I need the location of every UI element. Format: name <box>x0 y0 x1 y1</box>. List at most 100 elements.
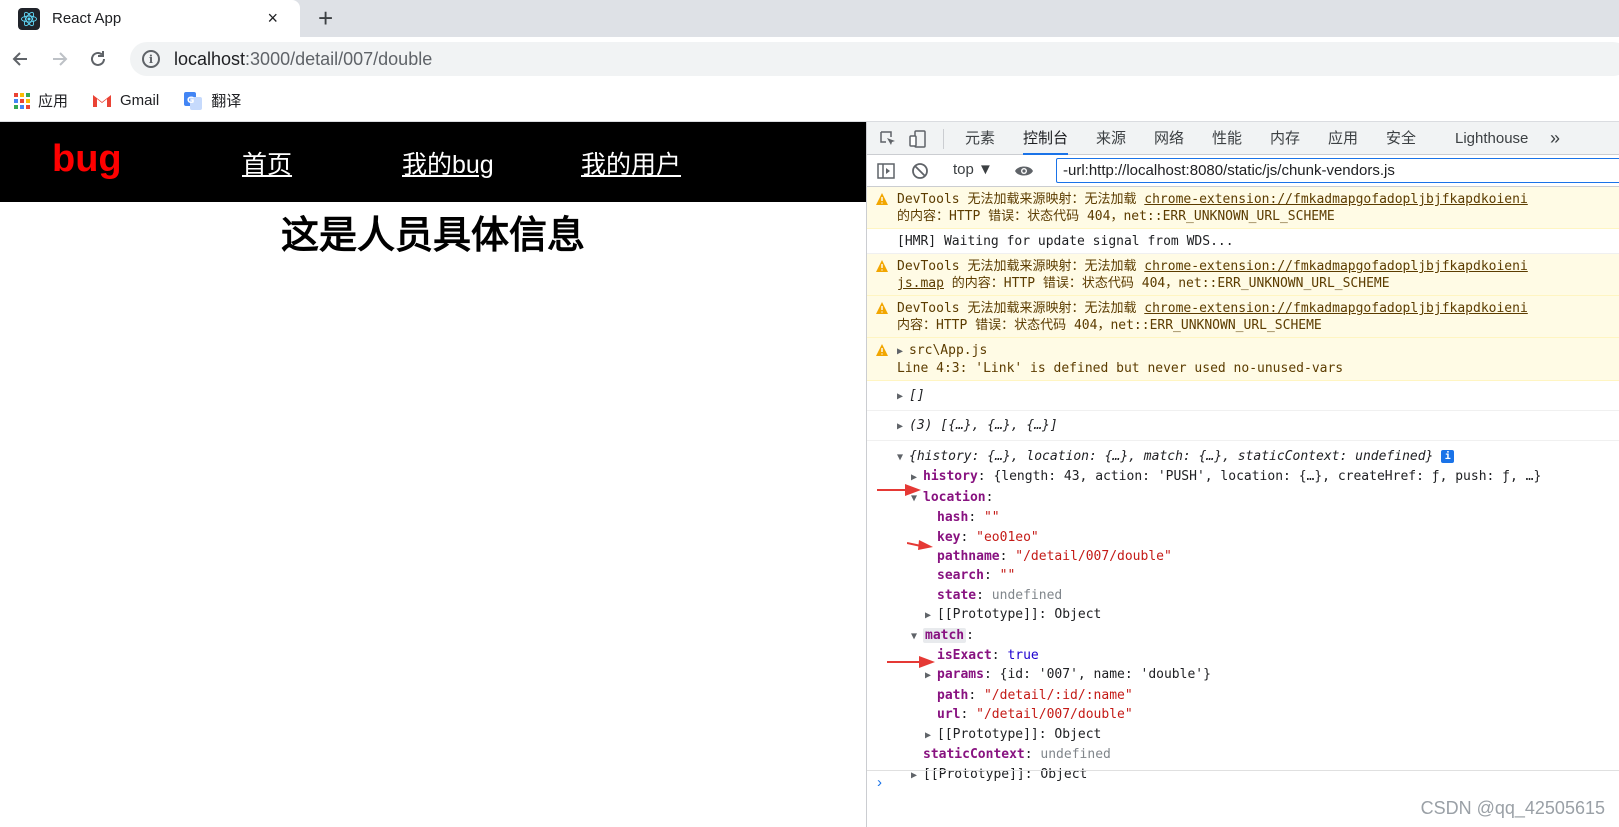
tab-lighthouse[interactable]: Lighthouse <box>1455 122 1528 155</box>
warning-text: 的内容：HTTP 错误：状态代码 404，net::ERR_UNKNOWN_UR… <box>897 209 1335 224</box>
browser-toolbar: i localhost:3000/detail/007/double <box>0 37 1619 80</box>
forward-arrow-icon <box>53 52 68 66</box>
prop-value: undefined <box>991 587 1063 603</box>
console-filter-bar: top ▼ -url:http://localhost:8080/static/… <box>867 155 1619 187</box>
nav-link-home[interactable]: 首页 <box>242 145 292 181</box>
nav-link-my-bug[interactable]: 我的bug <box>402 145 494 181</box>
source-map-link[interactable]: chrome-extension://fmkadmapgofadopljbjfk… <box>1144 192 1528 207</box>
site-navbar: bug 首页 我的bug 我的用户 <box>0 122 866 202</box>
console-filter-input[interactable]: -url:http://localhost:8080/static/js/chu… <box>1056 158 1619 183</box>
inspect-element-icon[interactable] <box>877 128 899 150</box>
bookmark-apps[interactable]: 应用 <box>14 90 68 111</box>
warning-icon <box>876 344 888 356</box>
warning-text: 的内容：HTTP 错误：状态代码 404，net::ERR_UNKNOWN_UR… <box>943 276 1390 291</box>
warning-text: DevTools 无法加载来源映射：无法加载 <box>897 259 1145 274</box>
sidebar-toggle-icon[interactable] <box>875 160 897 182</box>
device-toolbar-icon[interactable] <box>907 128 929 150</box>
tab-security[interactable]: 安全 <box>1386 122 1416 155</box>
console-warning: DevTools 无法加载来源映射：无法加载 chrome-extension:… <box>867 296 1619 338</box>
info-badge-icon[interactable]: i <box>1441 450 1455 463</box>
annotation-arrow <box>907 540 933 550</box>
tree-node-prototype[interactable]: ▶ [[Prototype]]: Object <box>897 605 1619 625</box>
source-map-link[interactable]: js.map <box>897 276 944 291</box>
prop-key: params <box>937 667 984 683</box>
back-button[interactable] <box>6 45 34 73</box>
console-prompt[interactable]: › <box>867 770 1619 794</box>
tab-elements[interactable]: 元素 <box>965 122 995 155</box>
warning-text: 内容：HTTP 错误：状态代码 404，net::ERR_UNKNOWN_URL… <box>897 318 1322 333</box>
address-bar[interactable]: i localhost:3000/detail/007/double <box>130 42 1619 76</box>
console-log[interactable]: ▶ (3) [{…}, {…}, {…}] <box>867 411 1619 441</box>
tree-node-pathname: pathname: "/detail/007/double" <box>937 549 1172 565</box>
context-select[interactable]: top ▼ <box>953 161 993 178</box>
tab-performance[interactable]: 性能 <box>1212 122 1242 155</box>
prop-key: location <box>923 489 986 505</box>
live-expression-eye-icon[interactable] <box>1013 160 1035 182</box>
tab-console[interactable]: 控制台 <box>1023 122 1069 155</box>
expand-triangle-icon[interactable]: ▶ <box>897 343 909 360</box>
nav-link-my-users[interactable]: 我的用户 <box>581 145 681 181</box>
object-tree: ▼ {history: {…}, location: {…}, match: {…… <box>867 441 1619 787</box>
tree-node-location[interactable]: ▼ location: <box>897 488 1619 508</box>
tree-node-params[interactable]: ▶ params: {id: '007', name: 'double'} <box>897 665 1619 685</box>
prop-key: isExact <box>937 648 992 664</box>
reload-button[interactable] <box>84 45 112 73</box>
prop-value: true <box>1007 648 1039 664</box>
prop-value: "eo01eo" <box>976 529 1039 545</box>
console-log[interactable]: ▶[] <box>867 381 1619 411</box>
prop-value: "" <box>983 510 1000 526</box>
tab-network[interactable]: 网络 <box>1154 122 1184 155</box>
source-map-link[interactable]: chrome-extension://fmkadmapgofadopljbjfk… <box>1144 301 1528 316</box>
collapse-triangle-icon[interactable]: ▼ <box>897 448 909 467</box>
browser-tab[interactable]: React App × <box>0 0 300 37</box>
prop-key: match <box>923 627 967 643</box>
prop-key: pathname <box>937 549 1000 565</box>
log-text: [HMR] Waiting for update signal from WDS… <box>897 234 1234 249</box>
prop-value: Object <box>1054 726 1102 742</box>
tab-application[interactable]: 应用 <box>1328 122 1358 155</box>
prop-key: history <box>923 469 978 485</box>
svg-text:G: G <box>187 96 194 106</box>
prop-key: search <box>937 568 984 584</box>
bookmark-gmail[interactable]: Gmail <box>92 92 159 109</box>
annotation-arrow <box>887 656 935 668</box>
annotation-arrow <box>877 484 921 496</box>
prop-value: {length: 43, action: 'PUSH', location: {… <box>993 469 1542 485</box>
react-logo-icon <box>18 7 40 30</box>
tree-node: key: "eo01eo" <box>937 529 1039 545</box>
expand-triangle-icon[interactable]: ▶ <box>897 418 909 435</box>
new-tab-button[interactable]: + <box>318 4 333 32</box>
source-map-link[interactable]: chrome-extension://fmkadmapgofadopljbjfk… <box>1144 259 1528 274</box>
warning-icon <box>876 260 888 272</box>
collapse-triangle-icon[interactable]: ▼ <box>911 627 923 646</box>
tree-node: search: "" <box>937 568 1016 584</box>
prop-key: url <box>937 707 961 723</box>
tab-memory[interactable]: 内存 <box>1270 122 1300 155</box>
tree-node: staticContext: undefined <box>923 747 1111 763</box>
tree-node-history[interactable]: ▶ history: {length: 43, action: 'PUSH', l… <box>897 467 1619 487</box>
tab-separator <box>943 129 944 149</box>
bookmark-translate[interactable]: G 翻译 <box>183 90 241 111</box>
tree-node-match[interactable]: ▼ match: <box>897 626 1619 646</box>
site-logo[interactable]: bug <box>52 138 122 181</box>
expand-triangle-icon[interactable]: ▶ <box>925 606 937 625</box>
tab-title: React App <box>52 10 122 27</box>
tree-node-prototype[interactable]: ▶ [[Prototype]]: Object <box>897 725 1619 745</box>
expand-triangle-icon[interactable]: ▶ <box>897 388 909 405</box>
clear-console-icon[interactable] <box>909 160 931 182</box>
expand-triangle-icon[interactable]: ▶ <box>925 726 937 745</box>
forward-button[interactable] <box>46 45 74 73</box>
tree-root[interactable]: ▼ {history: {…}, location: {…}, match: {…… <box>897 447 1619 467</box>
tab-sources[interactable]: 来源 <box>1096 122 1126 155</box>
expand-triangle-icon[interactable]: ▶ <box>925 666 937 685</box>
site-info-icon[interactable]: i <box>142 50 160 68</box>
warning-text: DevTools 无法加载来源映射：无法加载 <box>897 192 1145 207</box>
page-viewport: bug 首页 我的bug 我的用户 这是人员具体信息 <box>0 122 866 827</box>
more-tabs-icon[interactable]: » <box>1550 122 1560 155</box>
prop-key: staticContext <box>923 747 1025 763</box>
prop-key: state <box>937 587 977 603</box>
console-warning[interactable]: ▶ src\App.js Line 4:3: 'Link' is defined … <box>867 338 1619 381</box>
close-tab-icon[interactable]: × <box>267 8 278 28</box>
prop-value: Object <box>1054 607 1102 623</box>
bookmark-label: 翻译 <box>211 93 242 110</box>
